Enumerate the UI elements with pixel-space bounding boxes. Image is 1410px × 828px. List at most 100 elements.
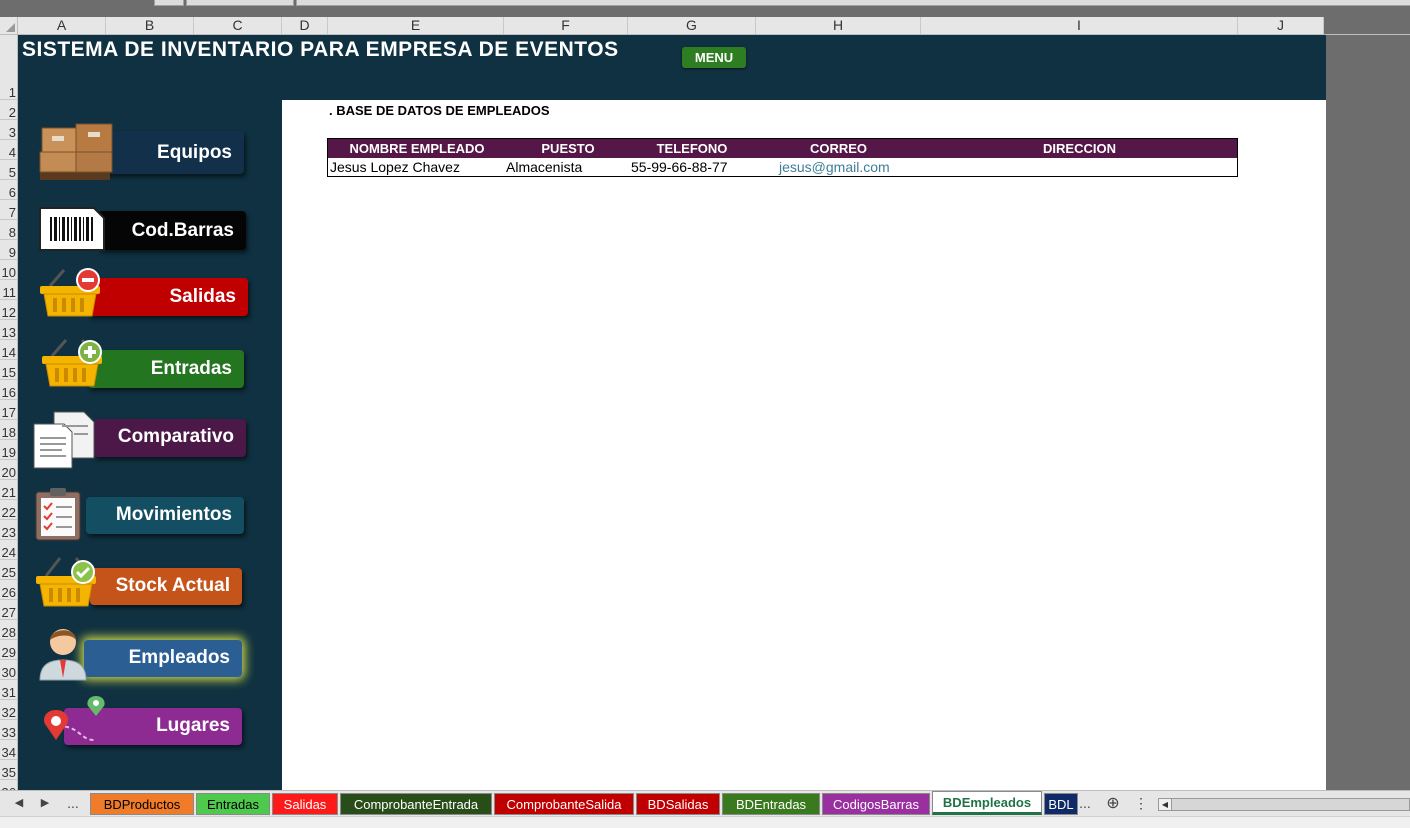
more-options-icon[interactable]: ⋮ (1130, 791, 1152, 816)
row-header[interactable]: 5 (0, 166, 17, 180)
row-header[interactable]: 3 (0, 126, 17, 140)
select-all-corner[interactable] (0, 17, 18, 34)
table-header-cell: DIRECCION (1043, 141, 1116, 156)
row-header[interactable]: 25 (0, 566, 17, 580)
sheet-tab[interactable]: CodigosBarras (822, 793, 930, 815)
column-header[interactable]: H (756, 17, 921, 34)
row-header[interactable]: 27 (0, 606, 17, 620)
row-header[interactable]: 32 (0, 706, 17, 720)
documents-icon (33, 411, 95, 469)
sheet-tab[interactable]: ComprobanteSalida (494, 793, 634, 815)
sheet-tab[interactable]: BDEntradas (722, 793, 820, 815)
clipboard-icon (35, 488, 81, 541)
column-header[interactable]: E (328, 17, 504, 34)
sheet-tab[interactable]: BDSalidas (636, 793, 720, 815)
row-header[interactable]: 8 (0, 226, 17, 240)
basket-plus-icon (42, 339, 102, 387)
column-header[interactable]: J (1238, 17, 1324, 34)
sheet-tab[interactable]: BDProductos (90, 793, 194, 815)
row-header[interactable]: 12 (0, 306, 17, 320)
row-header[interactable]: 7 (0, 206, 17, 220)
row-header[interactable]: 31 (0, 686, 17, 700)
row-header[interactable]: 28 (0, 626, 17, 640)
window-top-strip (0, 0, 1410, 17)
boxes-icon (39, 123, 113, 180)
barcode-icon (39, 207, 105, 251)
sheet-gray-area (1326, 35, 1410, 790)
nav-button-salidas[interactable]: Salidas (88, 278, 248, 316)
nav-button-cod-barras[interactable]: Cod.Barras (98, 211, 246, 250)
top-tab-stub (154, 0, 184, 6)
row-header[interactable]: 21 (0, 486, 17, 500)
column-header[interactable]: G (628, 17, 756, 34)
status-bar (0, 816, 1410, 828)
column-header[interactable]: A (18, 17, 106, 34)
table-header-cell: TELEFONO (656, 141, 728, 156)
nav-button-empleados[interactable]: Empleados (84, 640, 242, 677)
row-header[interactable]: 23 (0, 526, 17, 540)
scroll-tabs-left-icon[interactable]: ◀ (8, 791, 30, 816)
sheet-tab[interactable]: BDEmpleados (932, 791, 1042, 815)
row-header[interactable]: 35 (0, 766, 17, 780)
horizontal-scrollbar[interactable]: ◀ (1158, 798, 1410, 811)
column-header[interactable]: C (194, 17, 282, 34)
row-header[interactable]: 19 (0, 446, 17, 460)
nav-button-movimientos[interactable]: Movimientos (86, 497, 244, 534)
row-header[interactable]: 11 (0, 286, 17, 300)
table-cell[interactable]: Jesus Lopez Chavez (330, 158, 460, 177)
row-header[interactable]: 10 (0, 266, 17, 280)
column-header-gap (1324, 17, 1410, 34)
top-tab-stub (186, 0, 294, 6)
row-header-bar: 1 2 3 4 5 6 7 8 9 10 11 12 13 14 15 16 17 18 19 20 21 22 23 24 2… (0, 35, 18, 790)
row-header[interactable]: 14 (0, 346, 17, 360)
location-pin-icon (44, 696, 105, 741)
add-sheet-icon[interactable]: ⊕ (1102, 791, 1124, 816)
row-header[interactable]: 29 (0, 646, 17, 660)
email-link[interactable]: jesus@gmail.com (779, 158, 890, 177)
sheet-tab[interactable]: BDL (1044, 793, 1078, 815)
employees-table: NOMBRE EMPLEADO PUESTO TELEFONO CORREO D… (327, 138, 1238, 177)
menu-button[interactable]: MENU (682, 47, 746, 68)
nav-button-stock-actual[interactable]: Stock Actual (90, 568, 242, 605)
row-header[interactable]: 4 (0, 146, 17, 160)
row-header[interactable]: 9 (0, 246, 17, 260)
table-cell[interactable]: 55-99-66-88-77 (631, 158, 728, 177)
employee-icon (39, 629, 87, 681)
row-header[interactable]: 24 (0, 546, 17, 560)
row-header[interactable]: 34 (0, 746, 17, 760)
table-header-cell: CORREO (809, 141, 868, 156)
row-header[interactable]: 15 (0, 366, 17, 380)
scroll-tabs-right-icon[interactable]: ▶ (34, 791, 56, 816)
sheet-tab[interactable]: Salidas (272, 793, 338, 815)
nav-button-equipos[interactable]: Equipos (98, 131, 244, 174)
row-header[interactable]: 16 (0, 386, 17, 400)
row-header[interactable]: 6 (0, 186, 17, 200)
row-header[interactable]: 17 (0, 406, 17, 420)
column-header-bar: A B C D E F G H I J (0, 17, 1410, 35)
table-header: NOMBRE EMPLEADO PUESTO TELEFONO CORREO D… (328, 139, 1237, 158)
column-header[interactable]: I (921, 17, 1238, 34)
row-header[interactable]: 30 (0, 666, 17, 680)
sheet-tab[interactable]: ComprobanteEntrada (340, 793, 492, 815)
table-row: Jesus Lopez Chavez Almacenista 55-99-66-… (328, 158, 1237, 176)
row-header[interactable]: 2 (0, 106, 17, 120)
row-header[interactable]: 22 (0, 506, 17, 520)
table-cell[interactable]: Almacenista (506, 158, 582, 177)
row-header[interactable]: 26 (0, 586, 17, 600)
row-header[interactable]: 1 (0, 35, 17, 100)
scroll-left-icon[interactable]: ◀ (1159, 799, 1172, 810)
tabs-ellipsis-left[interactable]: ... (62, 791, 84, 816)
row-header[interactable]: 33 (0, 726, 17, 740)
basket-check-icon (36, 557, 96, 607)
column-header[interactable]: B (106, 17, 194, 34)
nav-button-entradas[interactable]: Entradas (88, 350, 244, 388)
app-title: SISTEMA DE INVENTARIO PARA EMPRESA DE EV… (22, 38, 619, 61)
row-header[interactable]: 13 (0, 326, 17, 340)
nav-button-comparativo[interactable]: Comparativo (94, 419, 246, 457)
column-header[interactable]: F (504, 17, 628, 34)
row-header[interactable]: 20 (0, 466, 17, 480)
row-header[interactable]: 18 (0, 426, 17, 440)
section-title: . BASE DE DATOS DE EMPLEADOS (329, 103, 550, 118)
sheet-tab[interactable]: Entradas (196, 793, 270, 815)
column-header[interactable]: D (282, 17, 328, 34)
